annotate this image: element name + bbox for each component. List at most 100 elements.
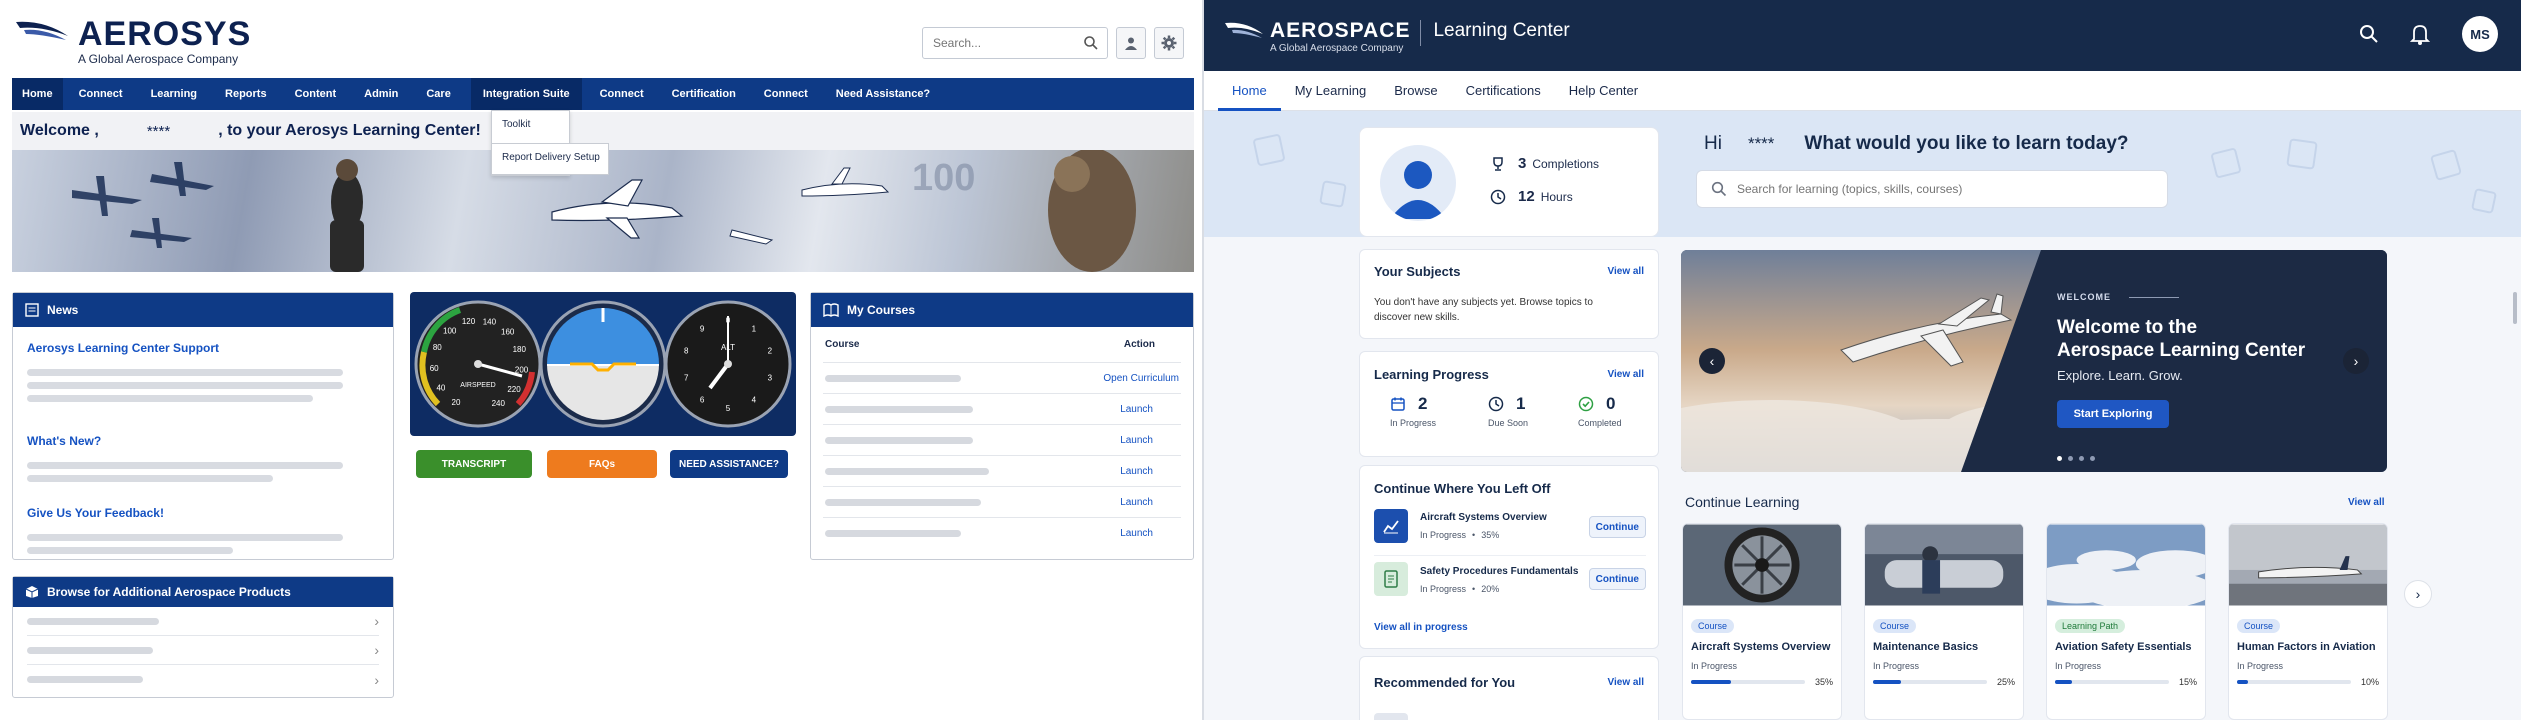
carousel-next-button[interactable]: ›	[2343, 348, 2369, 374]
bell-icon[interactable]	[2410, 23, 2430, 45]
nav-connect-2[interactable]: Connect	[590, 78, 654, 110]
in-progress-label: In Progress	[1390, 418, 1437, 428]
search-box[interactable]	[922, 27, 1108, 59]
subjects-view-all[interactable]: View all	[1607, 266, 1644, 277]
launch-link[interactable]: Launch	[1120, 404, 1153, 415]
tab-certifications[interactable]: Certifications	[1452, 71, 1555, 111]
list-item[interactable]: ›	[27, 665, 379, 694]
airport-runway-image	[2229, 524, 2387, 606]
carousel-prev-button[interactable]: ‹	[1699, 348, 1725, 374]
placeholder-line	[27, 382, 343, 389]
logo-name: AEROSPACE	[1270, 19, 1411, 42]
search-icon[interactable]	[2359, 24, 2379, 44]
scrollbar-thumb[interactable]	[2513, 292, 2517, 324]
user-button[interactable]	[1116, 27, 1146, 59]
nav-care[interactable]: Care	[416, 78, 460, 110]
progress-bar	[2055, 680, 2169, 684]
launch-link[interactable]: Launch	[1120, 435, 1153, 446]
aerospace-logo[interactable]: AEROSPACE A Global Aerospace Company Lea…	[1224, 20, 1570, 54]
nav-connect-3[interactable]: Connect	[754, 78, 818, 110]
main-tabs: Home My Learning Browse Certifications H…	[1204, 71, 2521, 111]
user-avatar[interactable]: MS	[2462, 16, 2498, 52]
progress-percent: 35%	[1814, 677, 1833, 687]
tab-help-center[interactable]: Help Center	[1555, 71, 1652, 111]
nav-need-assistance[interactable]: Need Assistance?	[826, 78, 940, 110]
col-action: Action	[1123, 339, 1155, 350]
list-item[interactable]: Aircraft Systems Overview In Progress • 35…	[1374, 506, 1646, 556]
continue-item-title[interactable]: Aircraft Systems Overview	[1420, 512, 1547, 523]
table-row: Launch	[823, 425, 1181, 456]
carousel-dot[interactable]	[2068, 456, 2073, 461]
list-item[interactable]: Safety Procedures Fundamentals In Progre…	[1374, 562, 1646, 608]
aerosys-logo[interactable]: AEROSYS A Global Aerospace Company	[14, 17, 251, 66]
nav-reports[interactable]: Reports	[215, 78, 277, 110]
in-progress-count: 2	[1418, 394, 1428, 413]
learning-progress-card: Learning Progress View all 2 In Progress…	[1359, 351, 1659, 457]
profile-avatar	[1380, 145, 1456, 221]
carousel-dot[interactable]	[2057, 456, 2062, 461]
profile-card: 3 Completions 12 Hours	[1359, 127, 1659, 237]
dropdown-item-toolkit[interactable]: Toolkit	[492, 111, 569, 143]
nav-integration-suite[interactable]: Integration Suite	[470, 78, 582, 110]
recommended-view-all[interactable]: View all	[1607, 677, 1644, 688]
view-all-in-progress-link[interactable]: View all in progress	[1374, 622, 1468, 633]
browse-header: Browse for Additional Aerospace Products	[13, 577, 393, 607]
news-link-feedback[interactable]: Give Us Your Feedback!	[13, 506, 393, 520]
main-nav: Home Connect Learning Reports Content Ad…	[12, 78, 1194, 110]
learning-search-box[interactable]	[1696, 170, 2168, 208]
continue-button[interactable]: Continue	[1588, 568, 1646, 590]
nav-certification[interactable]: Certification	[662, 78, 746, 110]
swoosh-logo-icon	[1225, 22, 1263, 38]
transcript-button[interactable]: TRANSCRIPT	[416, 450, 532, 478]
settings-button[interactable]	[1154, 27, 1184, 59]
carousel-dot[interactable]	[2079, 456, 2084, 461]
learning-path-badge: Learning Path	[2055, 619, 2126, 633]
nav-connect[interactable]: Connect	[69, 78, 133, 110]
progress-fill	[1691, 680, 1731, 684]
tab-home[interactable]: Home	[1218, 71, 1281, 111]
progress-percent: 10%	[2360, 677, 2379, 687]
tab-my-learning[interactable]: My Learning	[1281, 71, 1381, 111]
nav-content[interactable]: Content	[285, 78, 347, 110]
open-curriculum-link[interactable]: Open Curriculum	[1103, 373, 1179, 384]
learning-search-input[interactable]	[1737, 182, 2157, 196]
nav-home[interactable]: Home	[12, 78, 63, 110]
welcome-masked-name: ****	[146, 122, 171, 140]
placeholder-line	[27, 475, 273, 482]
tab-browse[interactable]: Browse	[1380, 71, 1451, 111]
launch-link[interactable]: Launch	[1120, 528, 1153, 539]
course-status: In Progress	[1873, 661, 1920, 671]
search-icon[interactable]	[1083, 35, 1099, 51]
continue-learning-view-all[interactable]: View all	[2348, 497, 2385, 508]
course-card[interactable]: Course Maintenance Basics In Progress 25…	[1864, 523, 2024, 720]
list-item[interactable]: ›	[27, 636, 379, 665]
search-input[interactable]	[933, 29, 1083, 57]
launch-link[interactable]: Launch	[1120, 466, 1153, 477]
launch-link[interactable]: Launch	[1120, 497, 1153, 508]
course-card[interactable]: Course Aircraft Systems Overview In Prog…	[1682, 523, 1842, 720]
gauge-tick-label: 160	[501, 328, 515, 337]
dropdown-item-report-delivery[interactable]: Report Delivery Setup	[491, 143, 609, 175]
faqs-button[interactable]: FAQs	[547, 450, 657, 478]
continue-learning-next-button[interactable]: ›	[2404, 580, 2432, 608]
news-link-support[interactable]: Aerosys Learning Center Support	[13, 341, 393, 355]
continue-button[interactable]: Continue	[1588, 516, 1646, 538]
continue-item-title[interactable]: Safety Procedures Fundamentals	[1420, 566, 1578, 577]
news-link-whats-new[interactable]: What's New?	[13, 434, 393, 448]
browse-title: Browse for Additional Aerospace Products	[47, 585, 291, 599]
course-card[interactable]: Course Human Factors in Aviation In Prog…	[2228, 523, 2388, 720]
nav-learning[interactable]: Learning	[141, 78, 207, 110]
recommended-card: Recommended for You View all	[1359, 656, 1659, 720]
carousel-dot[interactable]	[2090, 456, 2095, 461]
need-assistance-button[interactable]: NEED ASSISTANCE?	[670, 450, 788, 478]
nav-admin[interactable]: Admin	[354, 78, 408, 110]
course-card[interactable]: Learning Path Aviation Safety Essentials…	[2046, 523, 2206, 720]
start-exploring-button[interactable]: Start Exploring	[2057, 400, 2169, 428]
progress-view-all[interactable]: View all	[1607, 369, 1644, 380]
list-item[interactable]: ›	[27, 607, 379, 636]
stat-in-progress: 2 In Progress	[1390, 394, 1436, 428]
completed-count: 0	[1606, 394, 1616, 413]
course-badge: Course	[1691, 619, 1735, 633]
airspeed-gauge: AIRSPEED 20406080100120 14016018020022024…	[414, 300, 542, 428]
placeholder-line	[27, 547, 233, 554]
